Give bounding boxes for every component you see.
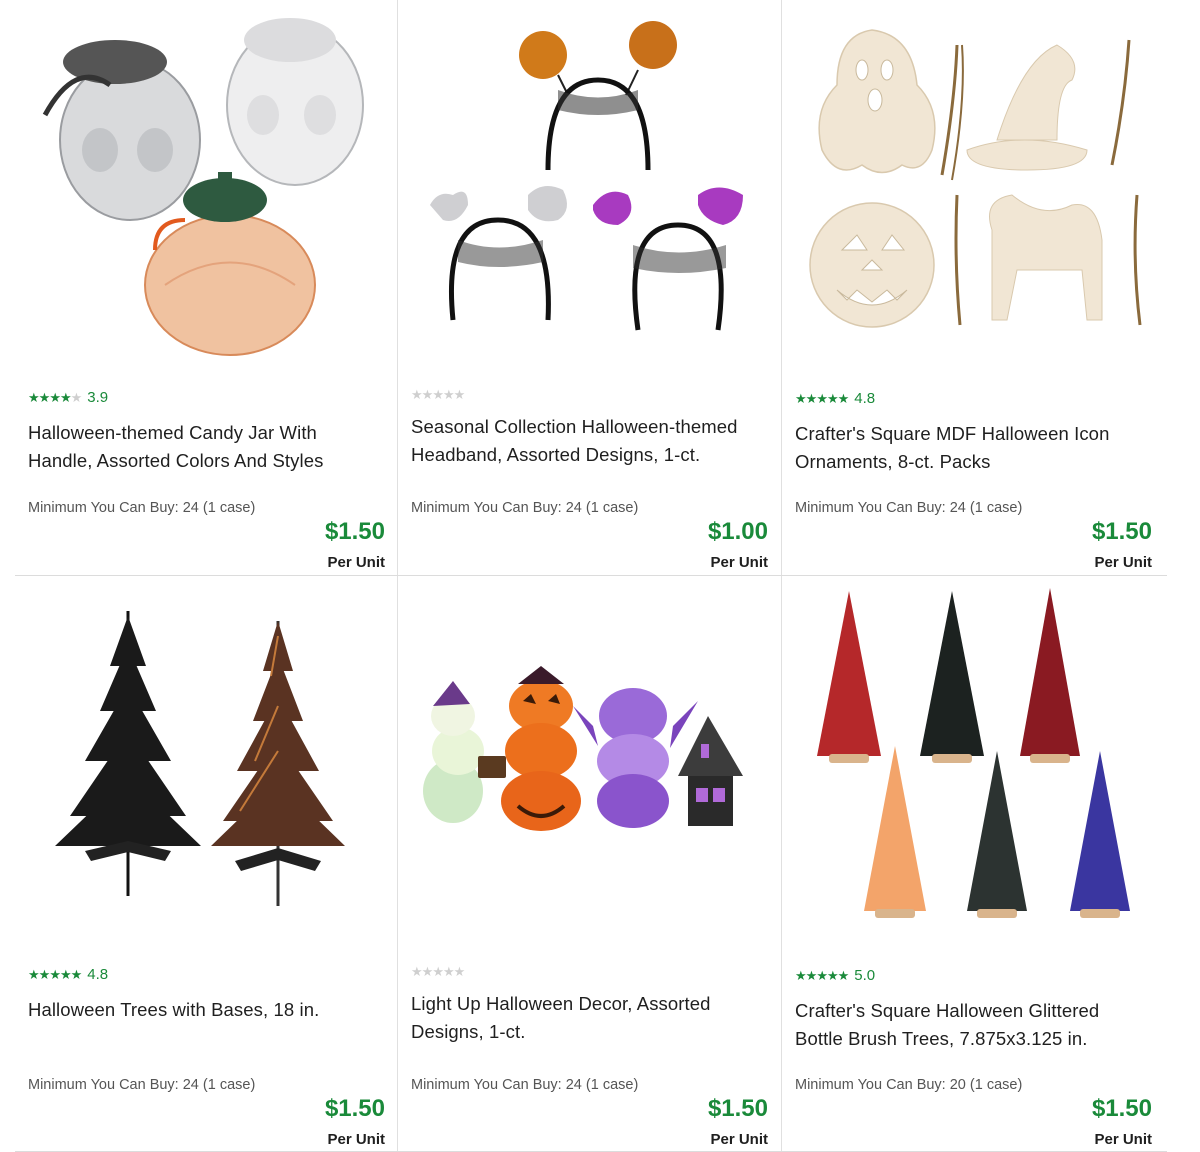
product-card[interactable]: ★ ★ ★ ★ ★ Light Up Halloween Decor, Assorted… xyxy=(398,576,781,1152)
product-card[interactable]: ★ ★ ★ ★ ★ 4.8 Crafter's Square MDF Halloween… xyxy=(782,0,1165,576)
minimum-quantity: Minimum You Can Buy: 24 (1 case) xyxy=(411,500,639,516)
per-unit-label: Per Unit xyxy=(1094,1131,1152,1148)
per-unit-label: Per Unit xyxy=(710,1131,768,1148)
product-title[interactable]: Crafter's Square MDF Halloween Icon Orna… xyxy=(795,420,1140,476)
star-rating-icon: ★ ★ ★ ★ ★ xyxy=(28,966,82,982)
rating-value: 4.8 xyxy=(87,965,109,983)
product-title[interactable]: Crafter's Square Halloween Glittered Bot… xyxy=(795,997,1140,1053)
product-card[interactable]: ★ ★ ★ ★ ★ Seasonal Collection Halloween-them… xyxy=(398,0,781,576)
minimum-quantity: Minimum You Can Buy: 24 (1 case) xyxy=(795,500,1023,516)
price: $1.50 xyxy=(1091,1095,1152,1122)
rating: ★ ★ ★ ★ ★ xyxy=(411,961,465,981)
candy-jars-image[interactable] xyxy=(15,0,398,370)
product-card[interactable]: ★ ★ ★ ★ ★ 4.8 Halloween Trees with Bases, 18… xyxy=(15,576,398,1152)
rating-value: 4.8 xyxy=(854,389,876,407)
product-title[interactable]: Halloween Trees with Bases, 18 in. xyxy=(28,996,373,1024)
halloween-trees-image[interactable] xyxy=(15,576,398,946)
title-line: Headband, Assorted Designs, 1-ct. xyxy=(411,444,701,465)
star-rating-icon: ★ ★ ★ ★ ★ xyxy=(795,967,849,983)
title-line: Designs, 1-ct. xyxy=(411,1021,526,1042)
price: $1.50 xyxy=(1091,518,1152,545)
title-line: Crafter's Square Halloween Glittered xyxy=(795,1000,1100,1021)
product-grid: ★ ★ ★ ★ ★ 3.9 Halloween-themed Candy Jar Wit… xyxy=(0,0,1200,1152)
headbands-image[interactable] xyxy=(398,0,781,370)
star-rating-icon: ★ ★ ★ ★ ★ xyxy=(28,389,82,405)
rating-value: 5.0 xyxy=(854,966,876,984)
rating: ★ ★ ★ ★ ★ xyxy=(411,384,465,404)
product-card[interactable]: ★ ★ ★ ★ ★ 5.0 Crafter's Square Halloween Gli… xyxy=(782,576,1165,1152)
rating-value: 3.9 xyxy=(87,388,109,406)
rating: ★ ★ ★ ★ ★ 5.0 xyxy=(795,965,875,985)
price: $1.50 xyxy=(324,1095,385,1122)
title-line: Handle, Assorted Colors And Styles xyxy=(28,450,324,471)
minimum-quantity: Minimum You Can Buy: 24 (1 case) xyxy=(411,1077,639,1093)
title-line: Light Up Halloween Decor, Assorted xyxy=(411,993,711,1014)
star-rating-icon: ★ ★ ★ ★ ★ xyxy=(411,386,465,402)
price: $1.00 xyxy=(707,518,768,545)
minimum-quantity: Minimum You Can Buy: 24 (1 case) xyxy=(28,1077,256,1093)
light-up-decor-image[interactable] xyxy=(398,576,781,946)
bottle-brush-trees-image[interactable] xyxy=(782,576,1165,946)
price: $1.50 xyxy=(324,518,385,545)
rating: ★ ★ ★ ★ ★ 3.9 xyxy=(28,387,108,407)
product-title[interactable]: Light Up Halloween Decor, Assorted Desig… xyxy=(411,990,756,1046)
minimum-quantity: Minimum You Can Buy: 24 (1 case) xyxy=(28,500,256,516)
title-line: Halloween Trees with Bases, 18 in. xyxy=(28,999,320,1020)
per-unit-label: Per Unit xyxy=(1094,554,1152,571)
product-title[interactable]: Halloween-themed Candy Jar With Handle, … xyxy=(28,419,373,475)
title-line: Crafter's Square MDF Halloween Icon xyxy=(795,423,1110,444)
price: $1.50 xyxy=(707,1095,768,1122)
rating: ★ ★ ★ ★ ★ 4.8 xyxy=(795,388,875,408)
per-unit-label: Per Unit xyxy=(327,554,385,571)
product-card[interactable]: ★ ★ ★ ★ ★ 3.9 Halloween-themed Candy Jar Wit… xyxy=(15,0,398,576)
rating: ★ ★ ★ ★ ★ 4.8 xyxy=(28,964,108,984)
minimum-quantity: Minimum You Can Buy: 20 (1 case) xyxy=(795,1077,1023,1093)
title-line: Halloween-themed Candy Jar With xyxy=(28,422,317,443)
title-line: Bottle Brush Trees, 7.875x3.125 in. xyxy=(795,1028,1088,1049)
wood-ornaments-image[interactable] xyxy=(782,0,1165,370)
product-title[interactable]: Seasonal Collection Halloween-themed Hea… xyxy=(411,413,756,469)
star-rating-icon: ★ ★ ★ ★ ★ xyxy=(411,963,465,979)
star-rating-icon: ★ ★ ★ ★ ★ xyxy=(795,390,849,406)
title-line: Seasonal Collection Halloween-themed xyxy=(411,416,738,437)
per-unit-label: Per Unit xyxy=(710,554,768,571)
per-unit-label: Per Unit xyxy=(327,1131,385,1148)
title-line: Ornaments, 8-ct. Packs xyxy=(795,451,991,472)
